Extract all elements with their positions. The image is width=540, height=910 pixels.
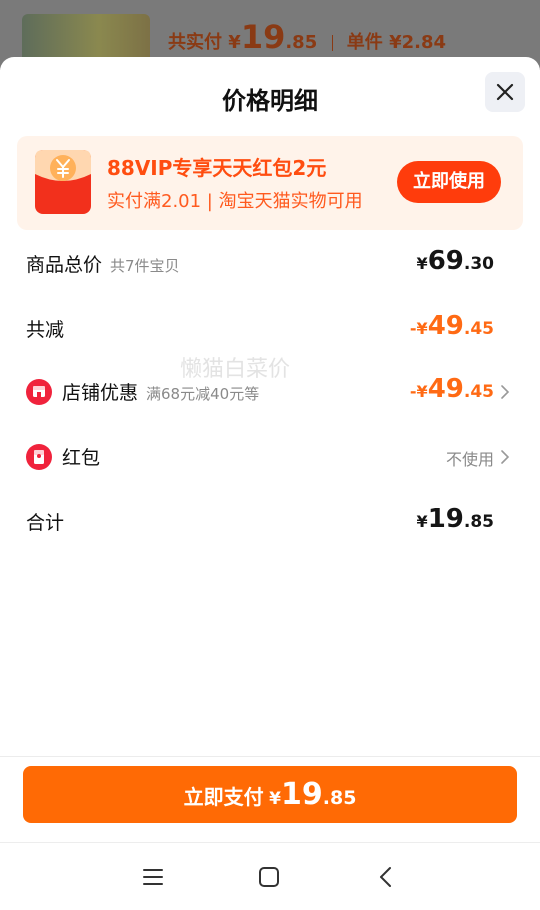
chevron-right-icon [501, 450, 510, 464]
background-unit-label: 单件 [346, 32, 383, 53]
pay-now-label: 立即支付 [183, 785, 264, 809]
goods-total-label: 商品总价 共7件宝贝 [26, 250, 180, 277]
goods-total-dec: .30 [463, 254, 494, 274]
shop-discount-amount: -¥49.45 [410, 374, 494, 404]
background-paid-dec: .85 [285, 32, 318, 53]
goods-total-text: 商品总价 [26, 254, 103, 276]
background-paid-label: 共实付 [168, 32, 222, 53]
watermark-text: 懒猫白菜价 [180, 357, 291, 382]
row-goods-total: 商品总价 共7件宝贝 ¥69.30 [0, 244, 540, 284]
home-square-icon[interactable] [257, 865, 281, 889]
menu-icon[interactable] [141, 865, 165, 889]
shop-discount-int: 49 [427, 374, 464, 404]
shop-discount-text: 店铺优惠 [62, 382, 139, 404]
pay-now-currency: ¥ [269, 789, 281, 809]
red-packet-icon [26, 444, 52, 470]
total-reduced-int: 49 [427, 311, 464, 341]
sheet-title: 价格明细 [222, 87, 318, 115]
system-navigation-bar [0, 842, 540, 910]
promo-subtitle: 实付满2.01 | 淘宝天猫实物可用 [107, 191, 363, 212]
row-total-reduced: 共减 -¥49.45 [0, 309, 540, 349]
row-sum: 合计 ¥19.85 [0, 502, 540, 542]
shop-icon [26, 379, 52, 405]
total-reduced-amount: -¥49.45 [410, 311, 494, 341]
background-unit-price: ¥2.84 [389, 32, 447, 53]
goods-total-int: 69 [427, 246, 464, 276]
pay-now-dec: .85 [322, 787, 357, 809]
sum-label: 合计 [26, 512, 65, 534]
vip-redpacket-banner: 88VIP专享天天红包2元 实付满2.01 | 淘宝天猫实物可用 立即使用 [17, 136, 523, 230]
shop-discount-hint: 满68元减40元等 [146, 385, 260, 403]
sum-currency: ¥ [416, 512, 428, 531]
red-packet-value: 不使用 [445, 450, 494, 469]
close-icon [496, 83, 514, 101]
back-chevron-icon[interactable] [374, 865, 398, 889]
pay-now-button[interactable]: 立即支付 ¥19.85 [23, 766, 517, 823]
sum-dec: .85 [463, 512, 494, 532]
chevron-right-icon [501, 385, 510, 399]
total-reduced-label: 共减 [26, 319, 65, 341]
row-red-packet[interactable]: 红包 不使用 [0, 437, 540, 477]
goods-total-amount: ¥69.30 [417, 246, 494, 276]
total-reduced-dec: .45 [463, 319, 494, 339]
red-packet-label: 红包 [62, 447, 101, 469]
use-now-button[interactable]: 立即使用 [397, 161, 501, 203]
pay-now-int: 19 [281, 777, 323, 812]
promo-title: 88VIP专享天天红包2元 [107, 156, 327, 180]
goods-total-currency: ¥ [416, 254, 428, 273]
background-paid-int: 19 [240, 18, 286, 56]
shop-discount-currency: -¥ [409, 382, 428, 401]
goods-count-hint: 共7件宝贝 [110, 257, 180, 275]
sum-amount: ¥19.85 [417, 504, 494, 534]
background-separator [331, 35, 333, 51]
background-price-summary: 共实付 ¥19.85 单件 ¥2.84 [168, 18, 446, 56]
shop-discount-dec: .45 [463, 382, 494, 402]
close-button[interactable] [485, 72, 525, 112]
sum-int: 19 [427, 504, 464, 534]
background-paid-currency: ¥ [228, 32, 241, 53]
red-envelope-yuan-icon [35, 150, 91, 214]
total-reduced-currency: -¥ [409, 319, 428, 338]
footer-divider [0, 756, 540, 757]
